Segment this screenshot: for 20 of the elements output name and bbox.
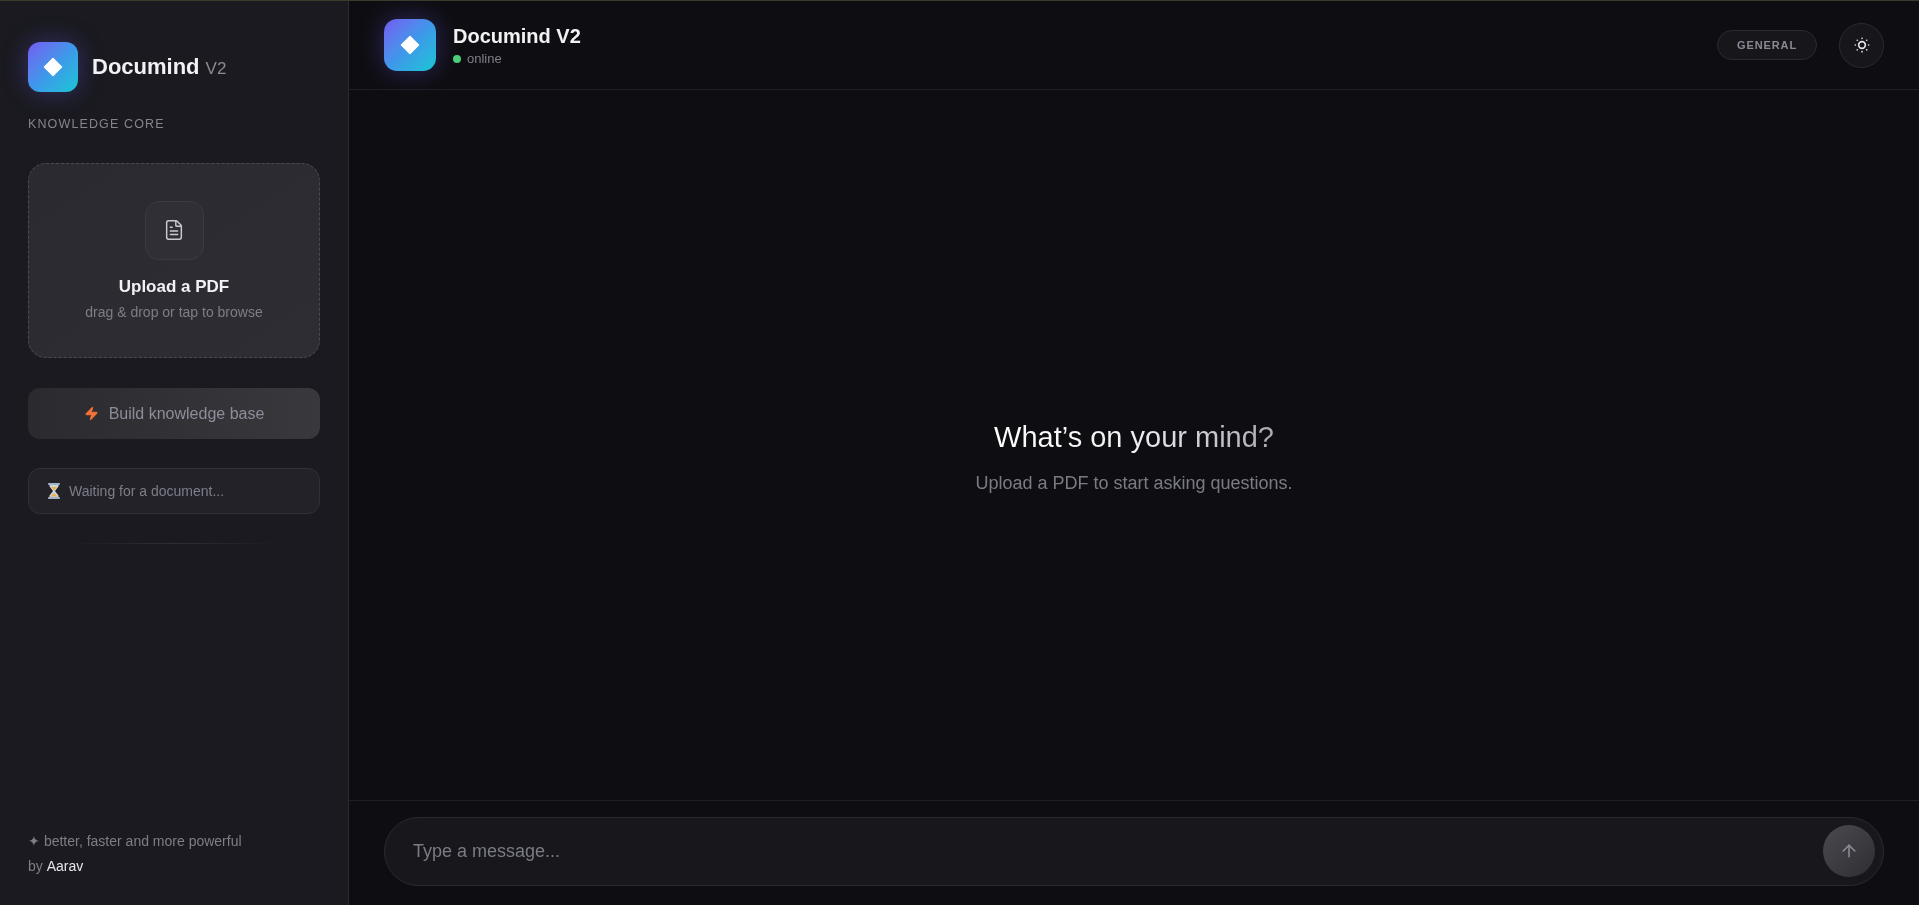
- brand-name: Documind: [92, 56, 200, 78]
- empty-state-subheading: Upload a PDF to start asking questions.: [975, 472, 1293, 494]
- hourglass-icon: [48, 483, 60, 499]
- section-label: KNOWLEDGE CORE: [28, 116, 165, 132]
- lightning-icon: [83, 406, 99, 421]
- tagline: ✦ better, faster and more powerful: [28, 832, 242, 851]
- status-text: Waiting for a document...: [69, 481, 225, 501]
- file-icon: [144, 200, 204, 260]
- brand-version: V2: [205, 60, 227, 77]
- status-label: online: [467, 50, 502, 67]
- upload-hint: drag & drop or tap to browse: [85, 302, 263, 321]
- chat-title: Documind V2: [453, 23, 581, 48]
- logo-icon: [384, 19, 436, 71]
- message-input[interactable]: Type a message...: [384, 817, 1884, 886]
- author-credit: by Aarav: [28, 857, 84, 876]
- mode-badge: GENERAL: [1717, 30, 1817, 60]
- upload-title: Upload a PDF: [118, 276, 230, 297]
- upload-dropzone[interactable]: Upload a PDF drag & drop or tap to browse: [28, 163, 320, 358]
- logo-icon: [28, 42, 78, 92]
- theme-toggle-button[interactable]: [1839, 22, 1884, 68]
